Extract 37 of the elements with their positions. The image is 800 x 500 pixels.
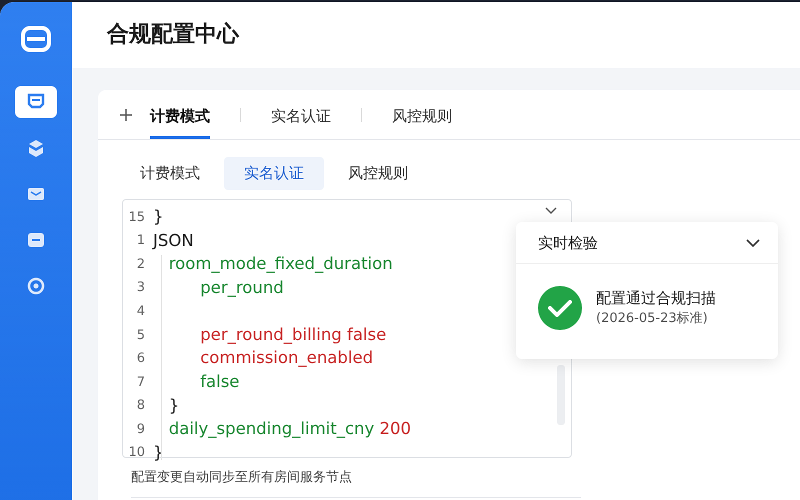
tab[interactable]: 风控规则 [328,157,428,190]
logo-icon[interactable] [21,26,51,52]
tab[interactable]: 实名认证 [224,157,324,190]
sidebar-item[interactable] [15,86,57,118]
code-line: } [168,394,180,417]
line-number: 1 [136,232,146,250]
chevron-down-icon[interactable] [746,239,760,248]
line-number: 8 [136,397,146,416]
code-line: JSON [153,230,194,252]
tab[interactable]: 计费模式 [150,92,210,140]
code-line: commission_enabled [199,347,374,370]
tab[interactable]: 计费模式 [120,157,220,190]
tab[interactable]: 实名认证 [271,92,331,140]
code-line: per_round [199,276,284,299]
code-line: room_mode_fixed_duration [168,253,393,276]
code-line: daily_spending_limit_cny 200 [168,418,412,440]
plus-icon[interactable] [120,108,132,120]
status-detail: (2026-05-23标准) [596,310,709,328]
line-number: 4 [136,302,146,321]
line-number: 15 [127,208,146,227]
line-number: 6 [136,350,146,368]
page-title: 合规配置中心 [107,22,239,48]
code-line: } [153,206,164,228]
line-number: 9 [136,420,146,439]
scrollbar[interactable] [557,364,565,424]
code-line: false [199,371,240,394]
line-number: 7 [136,374,146,392]
line-number: 3 [136,279,146,298]
tab[interactable]: 风控规则 [392,92,452,140]
box-icon [26,138,46,158]
footer-note: 配置变更自动同步至所有房间服务节点 [131,468,581,498]
line-number: 5 [136,326,146,345]
chevron-down-icon[interactable] [545,206,557,214]
check-circle-icon [538,286,582,330]
line-number: 2 [136,256,146,274]
status-text: 配置通过合规扫描 [596,288,716,308]
code-line: per_round_billing false [199,324,386,346]
